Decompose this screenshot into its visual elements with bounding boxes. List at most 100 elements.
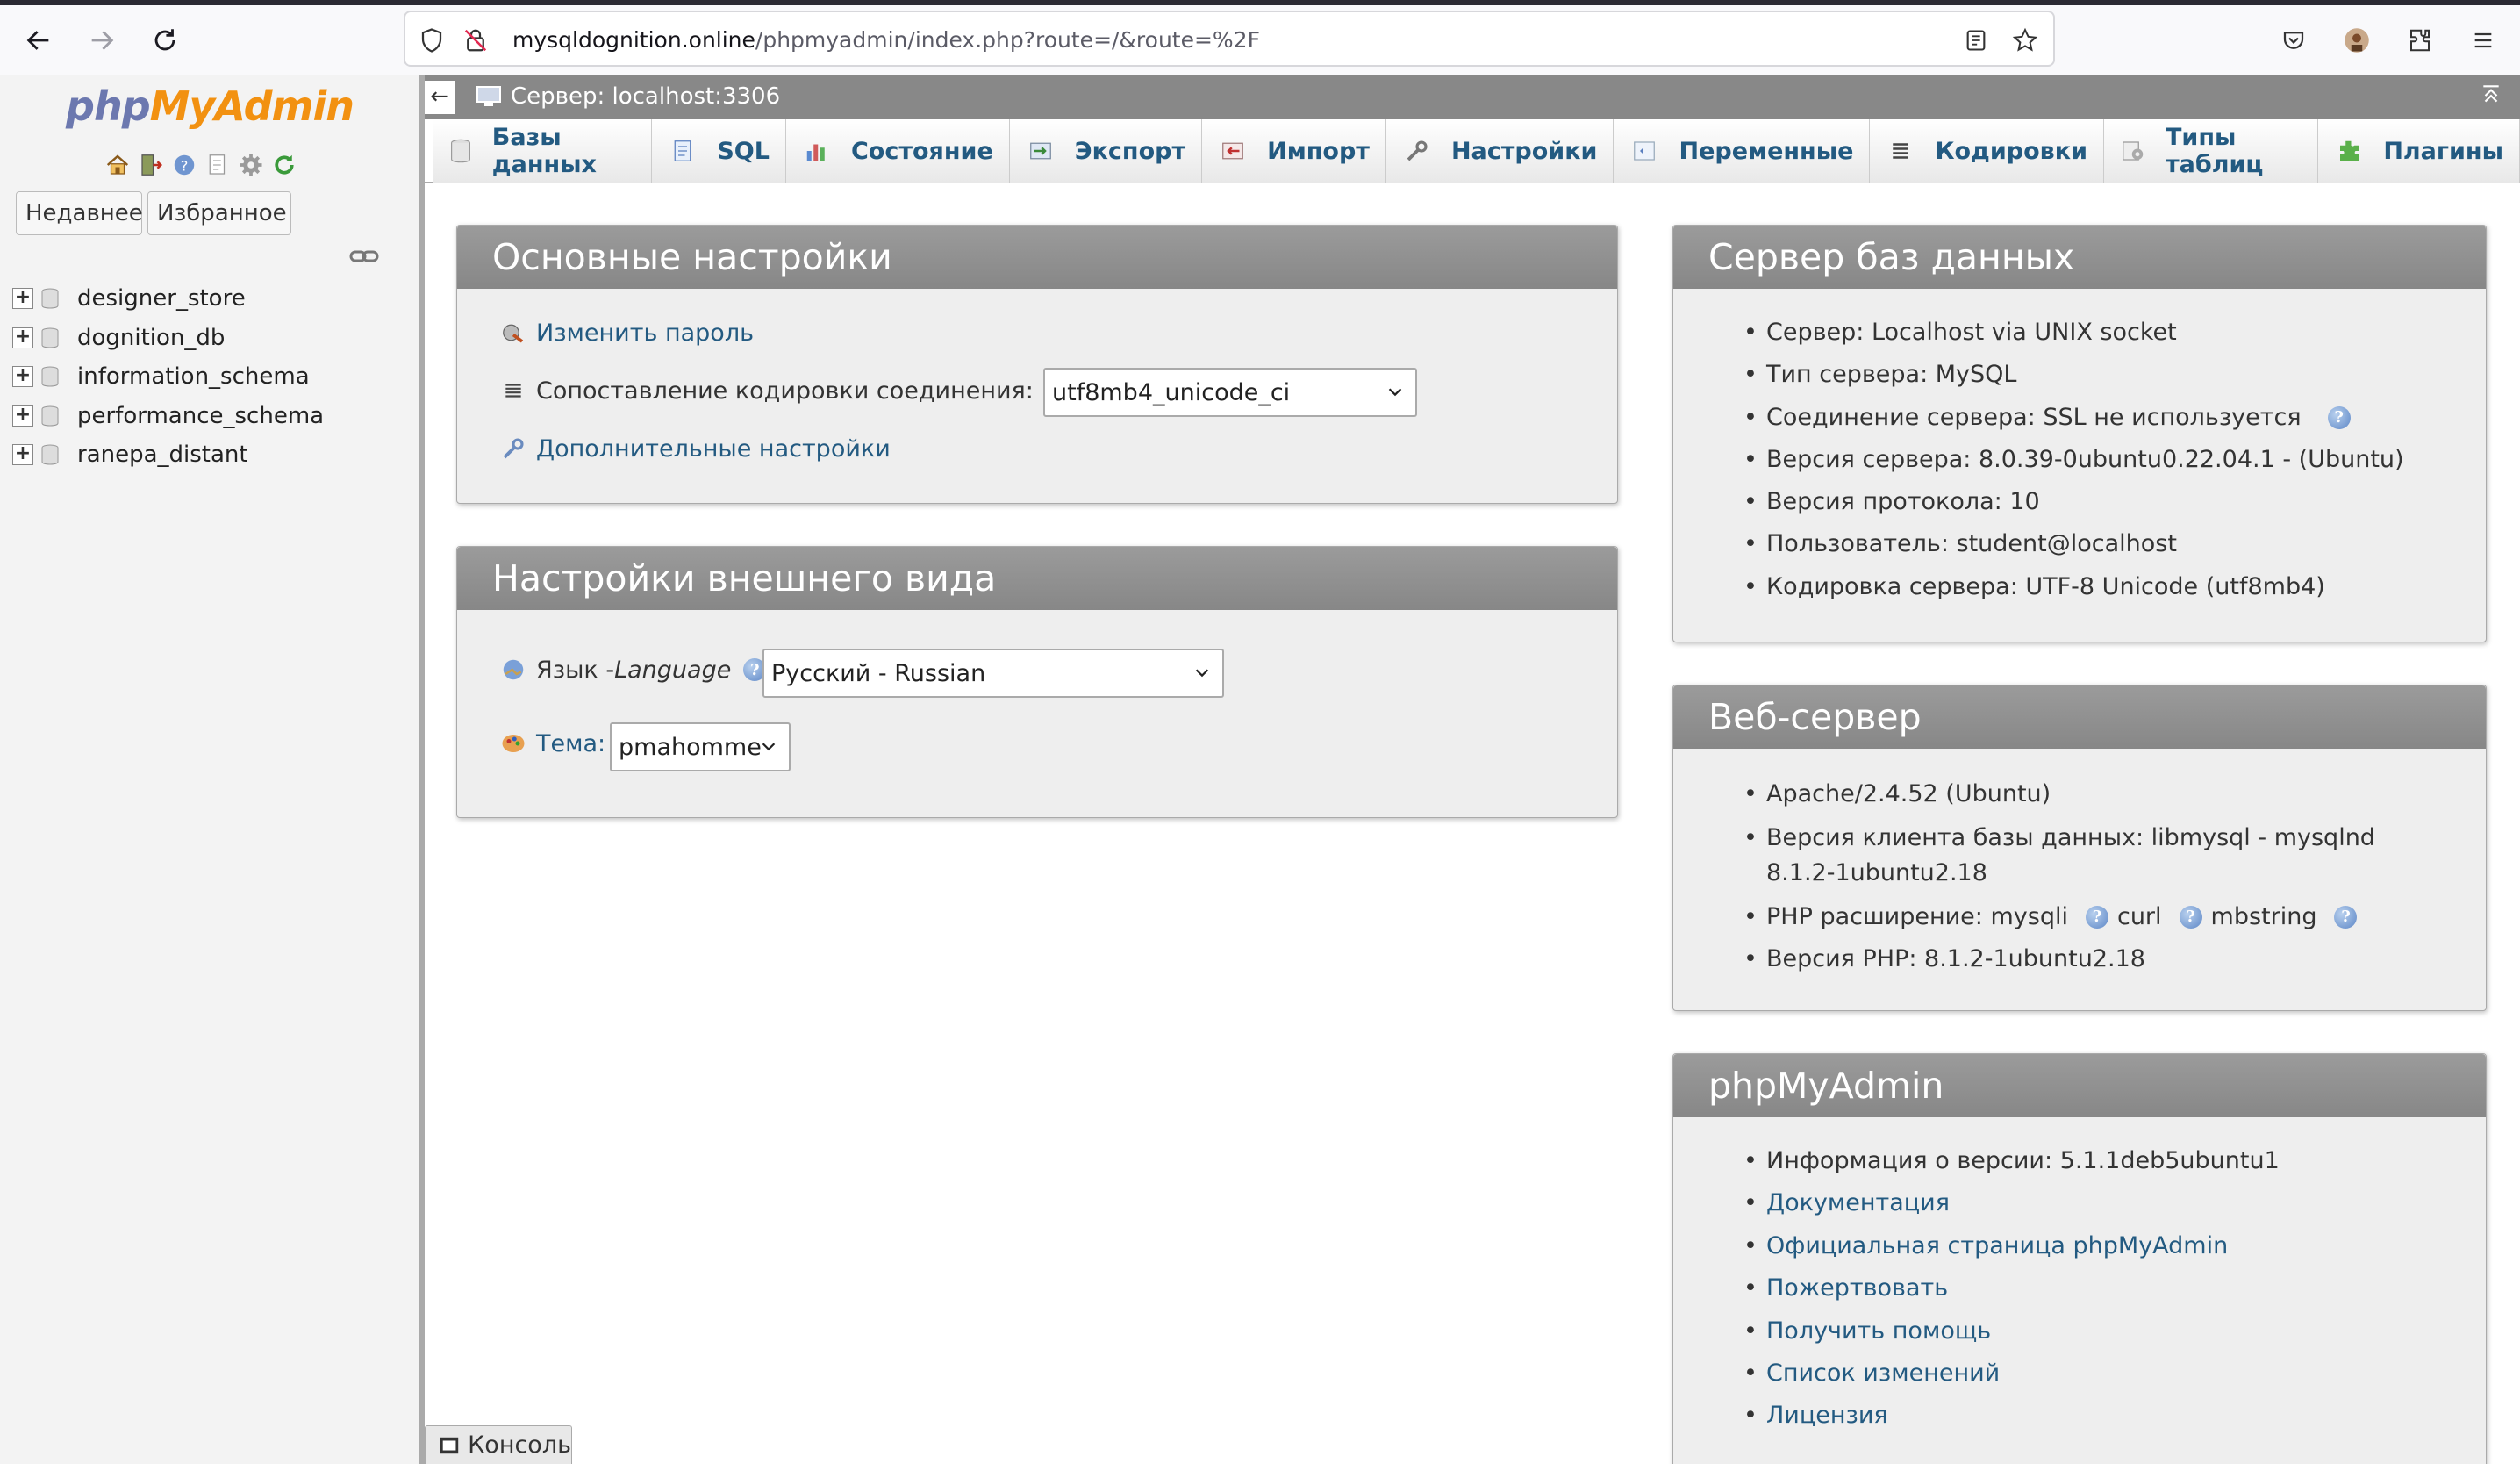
- tab-import[interactable]: Импорт: [1202, 119, 1386, 183]
- tree-item[interactable]: + performance_schema: [12, 397, 416, 436]
- sql-docs-icon[interactable]: [204, 151, 232, 179]
- reload-navigation-icon[interactable]: [270, 151, 298, 179]
- more-settings-link[interactable]: Дополнительные настройки: [536, 435, 891, 463]
- tab-label: Переменные: [1679, 137, 1854, 165]
- list-item: Кодировка сервера: UTF-8 Unicode (utf8mb…: [1743, 571, 2481, 603]
- favorite-tables-button[interactable]: Избранное: [147, 191, 291, 235]
- reader-view-icon[interactable]: [1958, 23, 1994, 58]
- pocket-icon[interactable]: [2273, 19, 2315, 61]
- tab-label: Типы таблиц: [2166, 124, 2264, 178]
- change-password-link[interactable]: Изменить пароль: [536, 319, 754, 347]
- database-name[interactable]: designer_store: [77, 285, 246, 312]
- tab-settings[interactable]: Настройки: [1385, 119, 1614, 183]
- changelog-link[interactable]: Список изменений: [1766, 1358, 2000, 1389]
- tree-item[interactable]: + designer_store: [12, 279, 416, 319]
- insecure-lock-icon[interactable]: [458, 23, 493, 58]
- list-item[interactable]: Получить помощь: [1743, 1316, 2481, 1347]
- more-settings-row[interactable]: Дополнительные настройки: [499, 434, 891, 463]
- panel-title: Основные настройки: [457, 226, 1617, 289]
- tab-status[interactable]: Состояние: [785, 119, 1010, 183]
- phpmyadmin-info-panel: phpMyAdmin Информация о версии: 5.1.1deb…: [1672, 1053, 2487, 1464]
- tab-plugins[interactable]: Плагины: [2318, 119, 2520, 183]
- list-item: Соединение сервера: SSL не используется?: [1743, 402, 2481, 434]
- phpmyadmin-logo[interactable]: phpMyAdmin: [0, 83, 419, 130]
- help-icon[interactable]: ?: [2085, 906, 2108, 929]
- php-extension-mysqli: PHP расширение: mysqli: [1766, 903, 2068, 930]
- client-version: Версия клиента базы данных: libmysql - m…: [1766, 824, 2375, 851]
- database-name[interactable]: dognition_db: [77, 325, 225, 351]
- theme-label[interactable]: Тема:: [536, 730, 605, 757]
- link-chain-icon[interactable]: [349, 248, 379, 265]
- server-breadcrumb[interactable]: Сервер: localhost:3306: [476, 83, 780, 110]
- expand-plus-icon[interactable]: +: [12, 288, 33, 310]
- tree-item[interactable]: + ranepa_distant: [12, 435, 416, 475]
- get-help-link[interactable]: Получить помощь: [1766, 1316, 1991, 1347]
- collapse-navigation-arrow-icon[interactable]: ←: [425, 81, 455, 114]
- list-item[interactable]: Документация: [1743, 1188, 2481, 1219]
- panel-title: Сервер баз данных: [1673, 226, 2486, 289]
- database-name[interactable]: ranepa_distant: [77, 441, 248, 468]
- help-icon[interactable]: ?: [2179, 906, 2202, 929]
- panel-title: Веб-сервер: [1673, 685, 2486, 749]
- server-host: Сервер: Localhost via UNIX socket: [1766, 319, 2177, 346]
- help-docs-icon[interactable]: ?: [170, 151, 198, 179]
- theme-select[interactable]: pmahomme: [610, 722, 791, 771]
- recent-tables-button[interactable]: Недавнее: [16, 191, 143, 235]
- help-icon[interactable]: ?: [2327, 405, 2351, 429]
- expand-plus-icon[interactable]: +: [12, 327, 33, 348]
- expand-plus-icon[interactable]: +: [12, 444, 33, 466]
- change-password-row[interactable]: Изменить пароль: [499, 319, 754, 347]
- console-toggle[interactable]: Консоль: [425, 1425, 572, 1464]
- extensions-icon[interactable]: [2399, 19, 2441, 61]
- tab-engines[interactable]: Типы таблиц: [2104, 119, 2319, 183]
- license-link[interactable]: Лицензия: [1766, 1400, 1888, 1432]
- database-name[interactable]: information_schema: [77, 363, 310, 390]
- shield-icon[interactable]: [414, 23, 449, 58]
- web-server-panel: Веб-сервер Apache/2.4.52 (Ubuntu) Версия…: [1672, 685, 2487, 1011]
- list-item[interactable]: Лицензия: [1743, 1400, 2481, 1432]
- list-item: Версия PHP: 8.1.2-1ubuntu2.18: [1743, 944, 2481, 975]
- list-item[interactable]: Официальная страница phpMyAdmin: [1743, 1231, 2481, 1262]
- address-bar[interactable]: mysqldognition.online/phpmyadmin/index.p…: [404, 11, 2055, 67]
- language-icon: [499, 656, 527, 684]
- navigation-resizer[interactable]: [419, 75, 425, 1464]
- list-item[interactable]: Пожертвовать: [1743, 1273, 2481, 1304]
- tab-label: Настройки: [1450, 137, 1598, 165]
- home-icon[interactable]: [104, 151, 132, 179]
- documentation-link[interactable]: Документация: [1766, 1188, 1950, 1219]
- tab-sql[interactable]: SQL: [652, 119, 786, 183]
- account-avatar-icon[interactable]: [2336, 19, 2378, 61]
- donate-link[interactable]: Пожертвовать: [1766, 1273, 1948, 1304]
- list-item: Информация о версии: 5.1.1deb5ubuntu1: [1743, 1145, 2481, 1177]
- tab-variables[interactable]: Переменные: [1614, 119, 1871, 183]
- list-item: Пользователь: student@localhost: [1743, 528, 2481, 560]
- official-homepage-link[interactable]: Официальная страница phpMyAdmin: [1766, 1231, 2228, 1262]
- scroll-to-top-icon[interactable]: [2480, 83, 2502, 111]
- url-text[interactable]: mysqldognition.online/phpmyadmin/index.p…: [512, 27, 1260, 53]
- reload-icon[interactable]: [142, 18, 188, 63]
- forward-arrow-icon[interactable]: [79, 18, 125, 63]
- language-select[interactable]: Русский - Russian: [762, 649, 1224, 698]
- wrench-icon: [499, 434, 527, 463]
- tab-export[interactable]: Экспорт: [1009, 119, 1203, 183]
- database-name[interactable]: performance_schema: [77, 403, 324, 429]
- list-item: PHP расширение: mysqli? curl? mbstring?: [1743, 901, 2481, 933]
- expand-plus-icon[interactable]: +: [12, 366, 33, 388]
- back-arrow-icon[interactable]: [16, 18, 61, 63]
- gear-icon[interactable]: [237, 151, 265, 179]
- menu-hamburger-icon[interactable]: [2462, 19, 2504, 61]
- logout-icon[interactable]: [137, 151, 165, 179]
- tree-item[interactable]: + information_schema: [12, 357, 416, 397]
- export-icon: [1026, 136, 1056, 166]
- server-connection: Соединение сервера: SSL не используется: [1766, 403, 2302, 431]
- logo-myadmin-text: MyAdmin: [149, 83, 354, 130]
- tree-item[interactable]: + dognition_db: [12, 319, 416, 358]
- bookmark-star-icon[interactable]: [2008, 23, 2043, 58]
- help-icon[interactable]: ?: [2334, 906, 2358, 929]
- tab-charsets[interactable]: Кодировки: [1870, 119, 2104, 183]
- expand-plus-icon[interactable]: +: [12, 405, 33, 427]
- tab-databases[interactable]: Базы данных: [433, 119, 653, 183]
- list-item: Apache/2.4.52 (Ubuntu): [1743, 779, 2481, 810]
- list-item[interactable]: Список изменений: [1743, 1358, 2481, 1389]
- collation-select[interactable]: utf8mb4_unicode_ci: [1043, 368, 1417, 417]
